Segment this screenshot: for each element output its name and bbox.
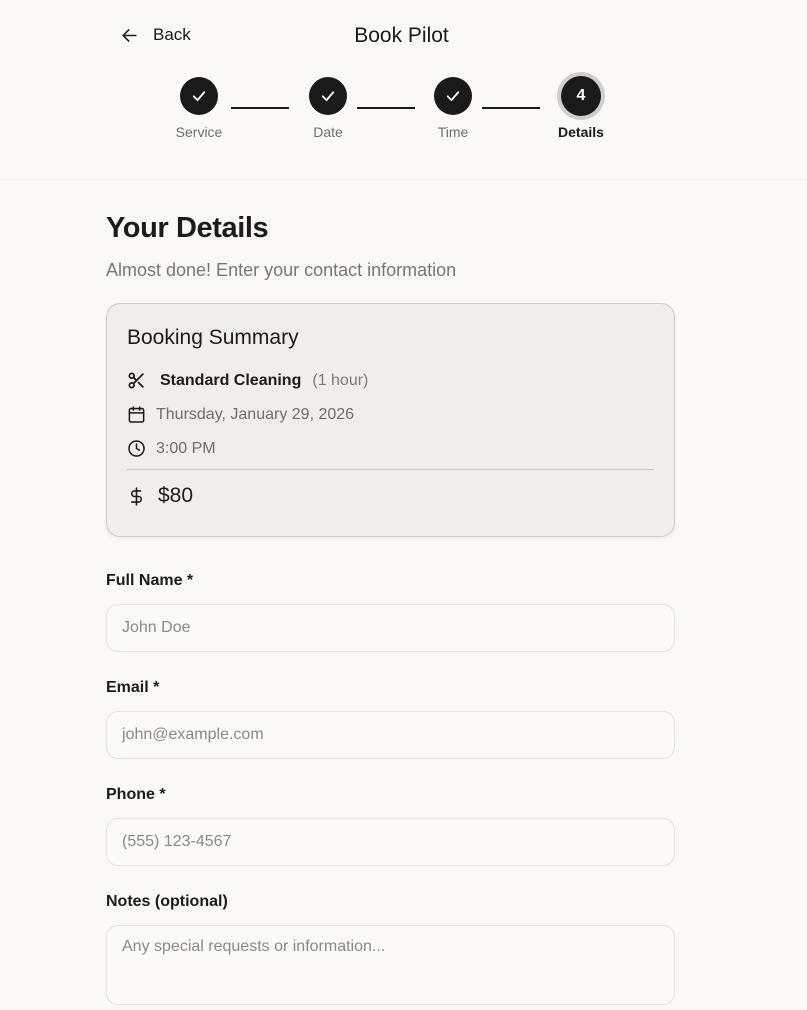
summary-divider — [127, 469, 654, 470]
notes-field: Notes (optional) — [106, 893, 675, 1010]
summary-price-row: $80 — [127, 484, 654, 508]
details-form: Your Details Almost done! Enter your con… — [106, 181, 675, 1010]
step-complete-badge — [180, 77, 218, 115]
check-icon — [446, 91, 460, 102]
step-complete-badge — [309, 77, 347, 115]
booking-time: 3:00 PM — [156, 439, 216, 457]
clock-icon — [128, 440, 145, 457]
step-number-badge: 4 — [561, 76, 601, 116]
booking-price: $80 — [158, 484, 194, 507]
step-connector — [482, 107, 540, 109]
full-name-field: Full Name * — [106, 572, 675, 652]
service-name: Standard Cleaning — [160, 371, 302, 389]
progress-stepper: Service Date Time 4 Details — [0, 76, 807, 147]
summary-time-row: 3:00 PM — [127, 439, 654, 458]
notes-label: Notes (optional) — [106, 893, 228, 910]
page-title: Book Pilot — [354, 24, 449, 47]
summary-title: Booking Summary — [127, 326, 299, 349]
full-name-input[interactable] — [106, 604, 675, 652]
step-label: Time — [437, 124, 469, 140]
phone-label: Phone * — [106, 786, 166, 803]
full-name-label: Full Name * — [106, 572, 194, 589]
step-label: Service — [175, 124, 223, 140]
email-input[interactable] — [106, 711, 675, 759]
service-duration: (1 hour) — [312, 371, 369, 389]
section-subtitle: Almost done! Enter your contact informat… — [106, 260, 457, 280]
scissors-icon — [128, 372, 144, 389]
step-connector — [357, 107, 415, 109]
header: Back Book Pilot Service Date Time 4 Deta… — [0, 0, 807, 180]
step-complete-badge — [434, 77, 472, 115]
step-connector — [231, 107, 289, 109]
calendar-icon — [128, 406, 145, 423]
dollar-icon — [130, 486, 142, 506]
phone-input[interactable] — [106, 818, 675, 866]
check-icon — [321, 91, 335, 102]
step-label: Details — [558, 124, 604, 140]
phone-field: Phone * — [106, 786, 675, 866]
notes-textarea[interactable] — [106, 925, 675, 1005]
section-title: Your Details — [106, 212, 269, 244]
email-label: Email * — [106, 679, 160, 696]
step-details: 4 Details — [536, 76, 626, 140]
summary-date-row: Thursday, January 29, 2026 — [127, 405, 654, 424]
step-label: Date — [313, 124, 343, 140]
booking-date: Thursday, January 29, 2026 — [156, 405, 355, 423]
check-icon — [192, 91, 206, 102]
booking-summary-card: Booking Summary Standard Cleaning (1 hou… — [106, 303, 675, 537]
summary-service-row: Standard Cleaning (1 hour) — [127, 371, 654, 390]
email-field: Email * — [106, 679, 675, 759]
